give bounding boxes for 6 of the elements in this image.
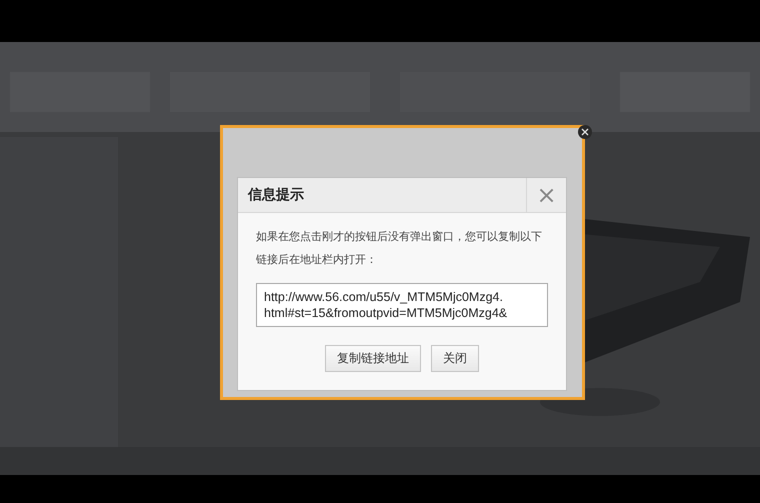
message-text: 如果在您点击刚才的按钮后没有弹出窗口，您可以复制以下链接后在地址栏内打开： (256, 229, 542, 268)
copy-link-button[interactable]: 复制链接地址 (325, 345, 421, 372)
close-dialog-button[interactable]: 关闭 (431, 345, 479, 372)
link-field[interactable]: http://www.56.com/u55/v_MTM5Mjc0Mzg4. html#st=15&fromoutpvid=MTM5Mjc0Mzg4& (256, 283, 548, 327)
close-icon[interactable] (578, 125, 592, 139)
dialog-title: 信息提示 (246, 186, 305, 204)
